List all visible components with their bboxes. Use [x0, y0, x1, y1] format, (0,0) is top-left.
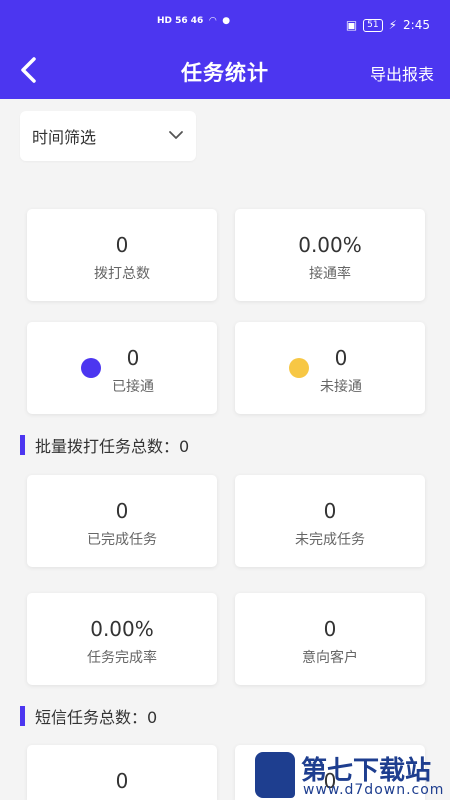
status-bar: HD 56 46 ◠ ● ▣ 51 ⚡ 2:45 [0, 12, 450, 32]
time-filter-label: 时间筛选 [32, 128, 97, 147]
charging-icon: ⚡ [388, 18, 398, 32]
status-right: ▣ 51 ⚡ 2:45 [346, 18, 430, 32]
time-filter-dropdown[interactable]: 时间筛选 [20, 111, 196, 161]
completion-rate-value: 0.00% [90, 617, 154, 641]
incomplete-tasks-value: 0 [323, 499, 337, 523]
status-time: 2:45 [403, 18, 430, 32]
wifi-icon: ◠ [209, 16, 217, 26]
batch-section-header: 批量拨打任务总数：0 [20, 434, 189, 456]
intent-customers-card: 0 意向客户 [235, 593, 425, 685]
chevron-down-icon [169, 131, 183, 139]
connected-card: 0 已接通 [27, 322, 217, 414]
section-marker [20, 706, 25, 726]
total-calls-card: 0 拨打总数 [27, 209, 217, 301]
completed-tasks-value: 0 [115, 499, 129, 523]
watermark: 第七下载站 www.d7down.com [255, 748, 450, 800]
incomplete-tasks-label: 未完成任务 [295, 532, 365, 548]
watermark-url: www.d7down.com [303, 782, 445, 798]
battery-icon: 51 [363, 18, 383, 32]
watermark-logo [255, 752, 295, 798]
connect-rate-label: 接通率 [309, 266, 351, 282]
signal-indicators: HD 56 46 ◠ ● [157, 16, 230, 26]
connected-value: 0 [126, 346, 140, 370]
section-marker [20, 435, 25, 455]
wechat-icon: ● [222, 16, 231, 26]
not-connected-label: 未接通 [320, 379, 362, 395]
sms-section-title: 短信任务总数：0 [35, 708, 158, 727]
app-header: HD 56 46 ◠ ● ▣ 51 ⚡ 2:45 任务统计 导出报表 [0, 0, 450, 99]
completion-rate-label: 任务完成率 [87, 650, 157, 666]
connect-rate-card: 0.00% 接通率 [235, 209, 425, 301]
intent-customers-value: 0 [323, 617, 337, 641]
export-report-button[interactable]: 导出报表 [370, 61, 434, 85]
total-calls-value: 0 [115, 233, 129, 257]
sms-section-header: 短信任务总数：0 [20, 705, 157, 727]
incomplete-tasks-card: 0 未完成任务 [235, 475, 425, 567]
sms-card-1: 0 [27, 745, 217, 800]
nfc-icon: ▣ [345, 18, 358, 32]
not-connected-card: 0 未接通 [235, 322, 425, 414]
connected-label: 已接通 [112, 379, 154, 395]
intent-customers-label: 意向客户 [302, 650, 358, 666]
completed-tasks-label: 已完成任务 [87, 532, 157, 548]
sms-card-1-value: 0 [115, 769, 129, 793]
batch-section-title: 批量拨打任务总数：0 [35, 437, 190, 456]
connect-rate-value: 0.00% [298, 233, 362, 257]
signal-text: HD 56 46 [157, 16, 204, 26]
not-connected-value: 0 [334, 346, 348, 370]
completion-rate-card: 0.00% 任务完成率 [27, 593, 217, 685]
total-calls-label: 拨打总数 [94, 266, 150, 282]
completed-tasks-card: 0 已完成任务 [27, 475, 217, 567]
